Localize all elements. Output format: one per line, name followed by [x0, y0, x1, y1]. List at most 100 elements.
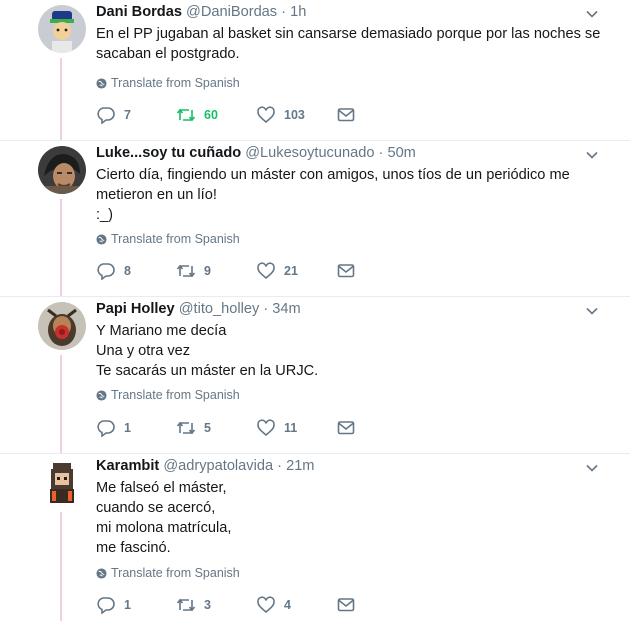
separator-dot: ·: [263, 301, 269, 317]
like-count: 4: [284, 598, 291, 612]
retweet-icon: [176, 421, 196, 435]
translate-label: Translate from Spanish: [111, 388, 240, 402]
translate-label: Translate from Spanish: [111, 232, 240, 246]
tweet-text-line: Te sacarás un máster en la URJC.: [96, 363, 319, 379]
direct-message-button[interactable]: [336, 596, 416, 614]
tweet-header: Papi Holley @tito_holley · 34m: [96, 299, 586, 320]
chevron-down-icon[interactable]: [585, 461, 599, 475]
tweet-actions: 7 60 103: [96, 106, 416, 124]
tweet-text-line: me fascinó.: [96, 540, 171, 556]
user-handle[interactable]: @tito_holley: [179, 301, 260, 317]
user-handle[interactable]: @Lukesoytucunado: [245, 145, 374, 161]
timestamp[interactable]: 21m: [286, 458, 314, 474]
thread-line: [60, 355, 62, 453]
reply-icon: [97, 420, 115, 437]
retweet-button[interactable]: 60: [176, 106, 256, 124]
translate-link[interactable]: Translate from Spanish: [96, 566, 240, 580]
avatar[interactable]: [38, 5, 86, 53]
translate-link[interactable]: Translate from Spanish: [96, 232, 240, 246]
tweet-text-line: Cierto día, fingiendo un máster con amig…: [96, 167, 570, 183]
tweet[interactable]: Karambit @adrypatolavida · 21m Me falseó…: [0, 454, 630, 621]
tweet-actions: 8 9 21: [96, 262, 416, 280]
avatar[interactable]: [38, 146, 86, 194]
tweet-text: Me falseó el máster, cuando se acercó, m…: [96, 478, 586, 558]
envelope-icon: [337, 264, 355, 278]
retweet-icon: [176, 108, 196, 122]
reply-button[interactable]: 1: [96, 419, 176, 437]
reply-icon: [97, 107, 115, 124]
retweet-count: 3: [204, 598, 211, 612]
separator-dot: ·: [277, 458, 283, 474]
globe-icon: [96, 77, 107, 89]
envelope-icon: [337, 421, 355, 435]
user-handle[interactable]: @adrypatolavida: [163, 458, 273, 474]
globe-icon: [96, 233, 107, 245]
avatar[interactable]: [38, 459, 86, 507]
heart-icon: [257, 106, 275, 124]
like-count: 11: [284, 421, 298, 435]
reply-icon: [97, 263, 115, 280]
globe-icon: [96, 567, 107, 579]
chevron-down-icon[interactable]: [585, 7, 599, 21]
avatar-image: [38, 5, 86, 53]
reply-button[interactable]: 8: [96, 262, 176, 280]
display-name[interactable]: Papi Holley: [96, 301, 175, 317]
direct-message-button[interactable]: [336, 419, 416, 437]
tweet-text-line: :_): [96, 207, 114, 223]
direct-message-button[interactable]: [336, 106, 416, 124]
translate-label: Translate from Spanish: [111, 76, 240, 90]
envelope-icon: [337, 108, 355, 122]
reply-count: 1: [124, 598, 131, 612]
avatar[interactable]: [38, 302, 86, 350]
chevron-down-icon[interactable]: [585, 304, 599, 318]
chevron-down-icon[interactable]: [585, 148, 599, 162]
thread-line: [60, 512, 62, 621]
tweet-text-line: sacaban el postgrado.: [96, 46, 240, 62]
timestamp[interactable]: 34m: [272, 301, 300, 317]
tweet-header: Dani Bordas @DaniBordas · 1h: [96, 2, 586, 23]
retweet-icon: [176, 264, 196, 278]
like-button[interactable]: 103: [256, 106, 336, 124]
tweet-text-line: Me falseó el máster,: [96, 480, 227, 496]
translate-link[interactable]: Translate from Spanish: [96, 76, 240, 90]
user-handle[interactable]: @DaniBordas: [186, 4, 277, 20]
like-count: 21: [284, 264, 298, 278]
display-name[interactable]: Dani Bordas: [96, 4, 182, 20]
direct-message-button[interactable]: [336, 262, 416, 280]
translate-link[interactable]: Translate from Spanish: [96, 388, 240, 402]
retweet-button[interactable]: 5: [176, 419, 256, 437]
display-name[interactable]: Luke...soy tu cuñado: [96, 145, 241, 161]
like-button[interactable]: 4: [256, 596, 336, 614]
thread-line: [60, 58, 62, 140]
tweet-text-line: metieron en un lío!: [96, 187, 217, 203]
reply-button[interactable]: 7: [96, 106, 176, 124]
timestamp[interactable]: 1h: [290, 4, 306, 20]
display-name[interactable]: Karambit: [96, 458, 159, 474]
retweet-button[interactable]: 3: [176, 596, 256, 614]
retweet-count: 5: [204, 421, 211, 435]
envelope-icon: [337, 598, 355, 612]
tweet[interactable]: Luke...soy tu cuñado @Lukesoytucunado · …: [0, 141, 630, 296]
tweet-text-line: En el PP jugaban al basket sin cansarse …: [96, 26, 601, 42]
timestamp[interactable]: 50m: [387, 145, 415, 161]
like-button[interactable]: 11: [256, 419, 336, 437]
tweet-text-line: Y Mariano me decía: [96, 323, 227, 339]
globe-icon: [96, 389, 107, 401]
reply-count: 8: [124, 264, 131, 278]
like-count: 103: [284, 108, 305, 122]
avatar-image: [38, 459, 86, 507]
reply-count: 7: [124, 108, 131, 122]
heart-icon: [257, 596, 275, 614]
tweet[interactable]: Papi Holley @tito_holley · 34m Y Mariano…: [0, 297, 630, 453]
tweet-header: Luke...soy tu cuñado @Lukesoytucunado · …: [96, 143, 586, 164]
like-button[interactable]: 21: [256, 262, 336, 280]
translate-label: Translate from Spanish: [111, 566, 240, 580]
retweet-button[interactable]: 9: [176, 262, 256, 280]
avatar-image: [38, 146, 86, 194]
tweet-actions: 1 3 4: [96, 596, 416, 614]
tweet[interactable]: Dani Bordas @DaniBordas · 1h En el PP ju…: [0, 0, 630, 140]
tweet-text: En el PP jugaban al basket sin cansarse …: [96, 24, 601, 64]
tweet-text: Y Mariano me decía Una y otra vez Te sac…: [96, 321, 586, 381]
avatar-image: [38, 302, 86, 350]
reply-button[interactable]: 1: [96, 596, 176, 614]
